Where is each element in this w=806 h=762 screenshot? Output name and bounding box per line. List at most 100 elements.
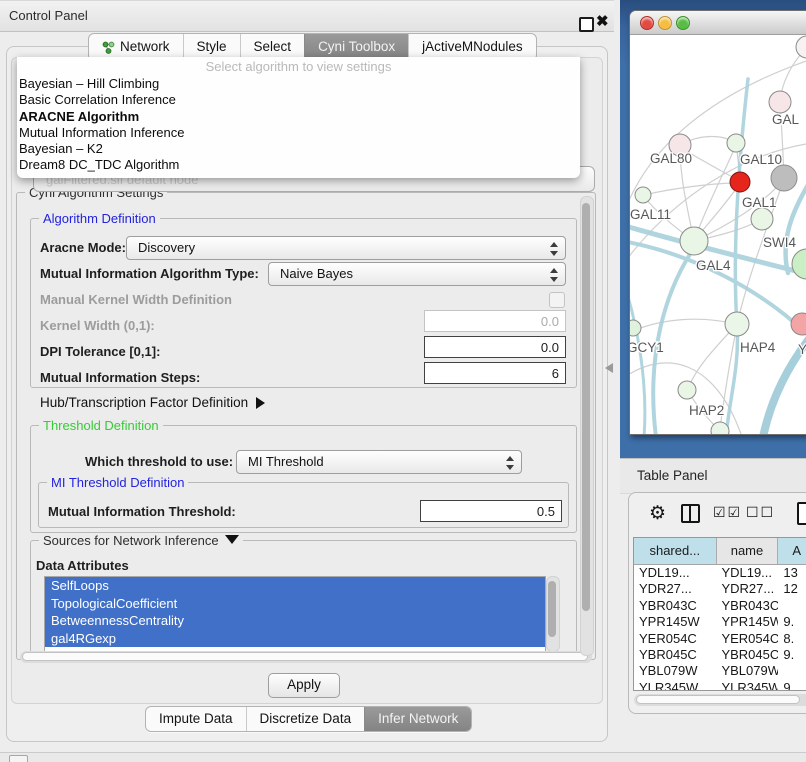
tab-impute-data[interactable]: Impute Data [146,707,246,731]
attribute-item[interactable]: SelfLoops [45,577,545,595]
table-horizontal-scrollbar-thumb[interactable] [636,695,800,704]
attribute-item[interactable]: gal4RGexp [45,630,545,648]
data-attributes-list[interactable]: SelfLoopsTopologicalCoefficientBetweenne… [44,576,546,652]
splitter-collapse-icon[interactable] [605,363,613,373]
algorithm-option[interactable]: Dream8 DC_TDC Algorithm [17,157,580,173]
table-row[interactable]: YPR145WYPR145W9. [634,614,806,630]
network-node-gcy1[interactable] [630,320,641,336]
aracne-mode-label: Aracne Mode: [40,240,126,255]
float-window-button[interactable] [579,17,594,32]
algorithm-placeholder: Select algorithm to view settings [17,57,580,76]
dock-panel-icon[interactable] [9,755,28,762]
attribute-item[interactable]: BetweennessCentrality [45,612,545,630]
network-node[interactable] [796,36,806,58]
settings-horizontal-scrollbar-thumb[interactable] [22,652,588,661]
network-node-hap4[interactable] [725,312,749,336]
close-traffic-light-icon[interactable] [640,16,654,30]
mi-threshold-field[interactable]: 0.5 [420,500,562,522]
network-tab-icon [102,41,115,54]
tab-discretize-data[interactable]: Discretize Data [246,707,365,731]
algorithm-option[interactable]: Bayesian – K2 [17,141,580,157]
bottom-tab-group: Impute DataDiscretize DataInfer Network [145,706,472,732]
network-node-swi4[interactable] [792,249,806,279]
node-label: HAP2 [689,403,724,418]
attribute-item[interactable]: TopologicalCoefficient [45,595,545,613]
table-panel-title: Table Panel [637,468,708,483]
table-row[interactable]: YDL19...YDL19...13 [634,565,806,581]
minimize-traffic-light-icon[interactable] [658,16,672,30]
zoom-traffic-light-icon[interactable] [676,16,690,30]
column-header[interactable]: shared... [634,538,717,564]
mi-threshold-definition-title: MI Threshold Definition [47,475,188,490]
which-threshold-select[interactable]: MI Threshold [236,450,522,474]
network-node-hap2[interactable] [678,381,696,399]
apply-button[interactable]: Apply [268,673,340,698]
deselect-all-checkboxes-icon[interactable]: ☐☐ [746,504,775,521]
node-label: GAL80 [650,151,692,166]
settings-horizontal-scrollbar[interactable] [20,651,592,663]
table-row[interactable]: YBR043CYBR043C [634,598,806,614]
network-node-gal1[interactable] [751,208,773,230]
close-panel-button[interactable]: ✖ [596,12,609,30]
network-node[interactable] [711,422,729,435]
kernel-width-field[interactable]: 0.0 [424,310,566,332]
algorithm-option[interactable]: Mutual Information Inference [17,125,580,141]
table-panel-titlebar: Table Panel [620,458,806,494]
table-row[interactable]: YLR345WYLR345W9. [634,680,806,691]
table-row[interactable]: YDR27...YDR27...12 [634,581,806,597]
algorithm-option[interactable]: Bayesian – Hill Climbing [17,76,580,92]
column-header[interactable]: A [778,538,806,564]
mi-steps-field[interactable]: 6 [424,362,566,384]
settings-scrollbar[interactable] [580,196,594,656]
algorithm-option[interactable]: Basic Correlation Inference [17,92,580,108]
node-table: shared...nameA YDL19...YDL19...13YDR27..… [633,537,806,691]
network-window-titlebar[interactable] [630,11,806,35]
mi-threshold-label: Mutual Information Threshold: [48,504,236,519]
network-node-gal[interactable] [769,91,791,113]
stepper-arrows-icon [506,456,514,470]
table-row[interactable]: YBR045CYBR045C9. [634,647,806,663]
network-node[interactable] [771,165,797,191]
network-node-gal11[interactable] [635,187,651,203]
node-label: GAL11 [630,207,671,222]
network-node-y[interactable] [791,313,806,335]
network-node[interactable] [730,172,750,192]
hub-definition-label: Hub/Transcription Factor Definition [40,395,248,410]
network-node-gal4[interactable] [680,227,708,255]
column-header[interactable]: name [717,538,779,564]
which-threshold-label: Which threshold to use: [85,454,233,469]
new-table-icon[interactable] [797,502,806,525]
attributes-scrollbar-thumb[interactable] [548,581,556,637]
tab-infer-network[interactable]: Infer Network [364,707,471,731]
table-rows: YDL19...YDL19...13YDR27...YDR27...12YBR0… [634,565,806,691]
expand-right-icon [256,397,265,409]
sources-title[interactable]: Sources for Network Inference [39,533,243,548]
attributes-scrollbar[interactable] [546,576,560,652]
stepper-arrows-icon [550,268,558,282]
algorithm-option[interactable]: ARACNE Algorithm [17,109,580,125]
table-row[interactable]: YBL079WYBL079W [634,663,806,679]
network-canvas[interactable]: GALGAL80GAL10GAL1GAL11GAL4SWI4GCY1HAP4YH… [630,35,806,435]
node-label: GCY1 [630,340,664,355]
mi-type-label: Mutual Information Algorithm Type: [40,266,259,281]
mi-algorithm-type-select[interactable]: Naive Bayes [268,262,566,286]
mi-steps-label: Mutual Information Steps: [40,370,200,385]
aracne-mode-select[interactable]: Discovery [126,236,566,260]
table-row[interactable]: YER054CYER054C8. [634,631,806,647]
table-panel: ⚙ ☑☑ ☐☐ shared...nameA YDL19...YDL19...1… [628,492,806,714]
network-edges-thick [630,79,806,435]
node-label: SWI4 [763,235,796,250]
hub-definition-expander[interactable]: Hub/Transcription Factor Definition [40,395,265,410]
select-all-checkboxes-icon[interactable]: ☑☑ [713,504,742,521]
which-threshold-value: MI Threshold [248,454,324,469]
kernel-width-label: Kernel Width (0,1): [40,318,155,333]
dpi-tolerance-field[interactable]: 0.0 [424,336,566,358]
settings-scrollbar-thumb[interactable] [582,203,590,611]
collapse-down-icon [225,535,239,544]
manual-kernel-checkbox[interactable] [549,292,565,308]
network-node-gal10[interactable] [727,134,745,152]
mi-type-value: Naive Bayes [280,266,353,281]
columns-icon[interactable] [681,504,700,523]
gear-icon[interactable]: ⚙ [649,502,666,525]
table-horizontal-scrollbar[interactable] [634,694,806,706]
